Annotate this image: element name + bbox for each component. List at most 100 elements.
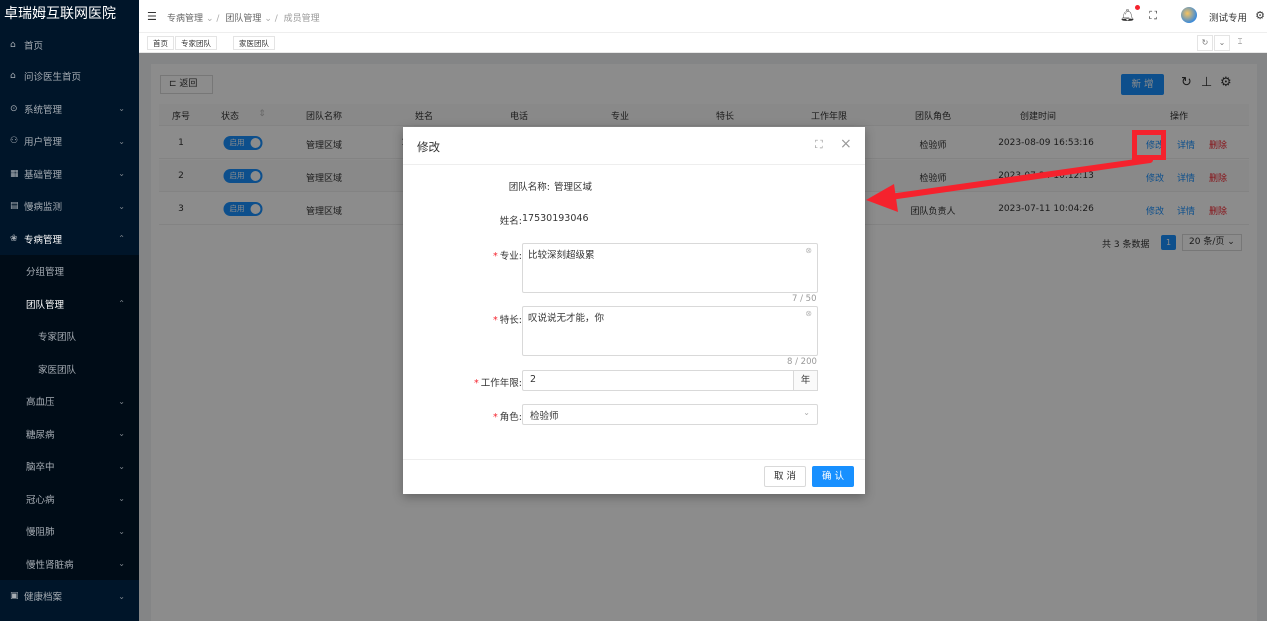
clear-icon[interactable]: ⊗ (805, 309, 812, 318)
menu-icon: ▣ (10, 591, 19, 602)
sidebar-item-label: 专家团队 (38, 332, 77, 344)
top-bar: ☰ 专病管理 ⌄ / 团队管理 ⌄ / 成员管理 🔔︎ ⛶ 测试专用 ⚙ (139, 0, 1267, 33)
bell-icon[interactable]: 🔔︎ (1120, 8, 1135, 22)
chevron-icon: ⌄ (118, 461, 125, 471)
years-label: * 工作年限: (474, 375, 522, 389)
chevron-icon: ⌄ (118, 591, 125, 601)
specialty-label: * 特长: (493, 312, 522, 326)
sidebar-item[interactable]: ❀ 专病管理 ⌃ (0, 223, 139, 256)
chevron-icon: ⌄ (118, 201, 125, 211)
pin-icon[interactable]: ⌶ (1232, 35, 1248, 51)
major-label-text: 专业: (499, 251, 522, 262)
specialty-textarea[interactable]: 叹说说无才能，你 ⊗ (522, 306, 818, 356)
cancel-button[interactable]: 取 消 (764, 466, 806, 487)
chevron-down-icon[interactable]: ⌄ (1214, 35, 1230, 51)
confirm-button[interactable]: 确 认 (812, 466, 854, 487)
name-label: 姓名: (499, 216, 522, 227)
specialty-label-text: 特长: (499, 315, 522, 326)
gear-icon[interactable]: ⚙ (1255, 9, 1265, 22)
chevron-icon: ⌄ (118, 559, 125, 569)
tag-family-team[interactable]: 家医团队 (233, 36, 275, 50)
sidebar-item[interactable]: ▣ 健康档案 ⌄ (0, 580, 139, 613)
sidebar-item[interactable]: 团队管理 ⌃ (0, 287, 139, 320)
dialog-title: 修改 (417, 140, 440, 154)
menu-icon: ⌂ (10, 71, 16, 82)
role-label-text: 角色: (499, 412, 522, 423)
sidebar-item[interactable]: 分组管理 (0, 255, 139, 288)
sidebar-item[interactable]: ▤ 慢病监测 ⌄ (0, 190, 139, 223)
menu-icon: ❀ (10, 233, 18, 244)
menu-icon: ▦ (10, 168, 19, 179)
specialty-text: 叹说说无才能，你 (528, 313, 605, 324)
name-value: 17530193046 (522, 213, 589, 224)
chevron-icon: ⌄ (118, 429, 125, 439)
menu-icon: ▤ (10, 201, 19, 212)
app-logo-title: 卓瑞姆互联网医院 (4, 6, 116, 22)
sidebar-item[interactable]: ⌂ 首页 (0, 30, 139, 60)
sidebar-item[interactable]: 高血压 ⌄ (0, 385, 139, 418)
breadcrumb-item[interactable]: 专病管理 (167, 14, 203, 24)
sidebar-item[interactable]: 家医团队 (0, 352, 139, 385)
sidebar-item-label: 高血压 (26, 397, 55, 409)
sidebar-item[interactable]: ⊙ 系统管理 ⌄ (0, 93, 139, 126)
sidebar-item[interactable]: 冠心病 ⌄ (0, 482, 139, 515)
dialog-header-divider (403, 164, 865, 165)
sidebar-item-label: 糖尿病 (26, 429, 55, 441)
sidebar-item[interactable]: ▦ 基础管理 ⌄ (0, 158, 139, 191)
menu-icon: ⊙ (10, 103, 18, 114)
refresh-icon[interactable]: ↻ (1197, 35, 1213, 51)
sidebar-item[interactable]: 慢阻肺 ⌄ (0, 515, 139, 548)
team-value: 管理区域 (554, 182, 593, 193)
breadcrumb-item[interactable]: 团队管理 (225, 14, 261, 24)
edit-dialog: 修改 ⛶ × 团队名称: 管理区域 姓名: 17530193046 * 专业: 比… (403, 127, 865, 494)
sidebar-item[interactable]: 脑卒中 ⌄ (0, 450, 139, 483)
sidebar-item-label: 冠心病 (26, 494, 55, 506)
sidebar-item-label: 健康档案 (24, 592, 63, 604)
sidebar-item[interactable]: 慢性肾脏病 ⌄ (0, 547, 139, 580)
sidebar-item[interactable]: 专家团队 (0, 320, 139, 353)
role-label: * 角色: (493, 409, 522, 423)
sidebar-item-label: 慢病监测 (24, 202, 63, 214)
sidebar-menu: ⌂ 首页 ⌂ 问诊医生首页 ⊙ 系统管理 ⌄ ⚇ 用户管理 ⌄ ▦ 基础管理 ⌄ ▤ 慢病监测 ⌄ ❀ 专病管理 ⌃… (0, 30, 139, 613)
sidebar-item-label: 专病管理 (24, 234, 63, 246)
required-mark: * (493, 251, 498, 262)
menu-fold-icon[interactable]: ☰ (147, 10, 157, 23)
major-textarea[interactable]: 比较深刻超级累 ⊗ (522, 243, 818, 293)
sidebar-item-label: 分组管理 (26, 267, 65, 279)
chevron-down-icon: ⌄ / (264, 14, 278, 24)
major-text: 比较深刻超级累 (528, 250, 595, 261)
sidebar: 卓瑞姆互联网医院 ⌂ 首页 ⌂ 问诊医生首页 ⊙ 系统管理 ⌄ ⚇ 用户管理 ⌄ ▦ 基础管理 ⌄ ▤ 慢病… (0, 0, 139, 621)
sidebar-item-label: 家医团队 (38, 364, 77, 376)
tag-expert-team[interactable]: 专家团队 (175, 36, 217, 50)
sidebar-item-label: 系统管理 (24, 104, 63, 116)
user-name[interactable]: 测试专用 (1209, 10, 1247, 24)
annotation-highlight-box (1132, 130, 1166, 160)
required-mark: * (474, 378, 479, 389)
maximize-icon[interactable]: ⛶ (815, 138, 823, 152)
breadcrumb-current: 成员管理 (283, 14, 320, 24)
tags-bar: 首页 专家团队 家医团队 ↻ ⌄ ⌶ (139, 33, 1267, 53)
close-icon[interactable]: × (840, 136, 852, 152)
sidebar-item-label: 慢阻肺 (26, 527, 55, 539)
sidebar-item[interactable]: 糖尿病 ⌄ (0, 417, 139, 450)
sidebar-item-label: 用户管理 (24, 137, 63, 149)
years-unit: 年 (793, 370, 818, 391)
tag-home[interactable]: 首页 (147, 36, 174, 50)
required-mark: * (493, 412, 498, 423)
team-label: 团队名称: (508, 182, 550, 193)
sidebar-item[interactable]: ⌂ 问诊医生首页 (0, 60, 139, 93)
role-select-value: 检验师 (530, 411, 559, 422)
specialty-char-count: 8 / 200 (787, 357, 817, 367)
fullscreen-icon[interactable]: ⛶ (1149, 9, 1157, 23)
years-label-text: 工作年限: (480, 378, 522, 389)
sidebar-item-label: 慢性肾脏病 (26, 559, 74, 571)
sidebar-item-label: 团队管理 (26, 299, 65, 311)
chevron-icon: ⌃ (118, 299, 125, 309)
role-select[interactable]: 检验师 ⌄ (522, 404, 818, 425)
years-input[interactable]: 2 (522, 370, 794, 391)
clear-icon[interactable]: ⊗ (805, 246, 812, 255)
avatar[interactable] (1181, 7, 1197, 23)
sidebar-item[interactable]: ⚇ 用户管理 ⌄ (0, 125, 139, 158)
sidebar-item-label: 首页 (24, 41, 44, 52)
chevron-icon: ⌄ (118, 136, 125, 146)
